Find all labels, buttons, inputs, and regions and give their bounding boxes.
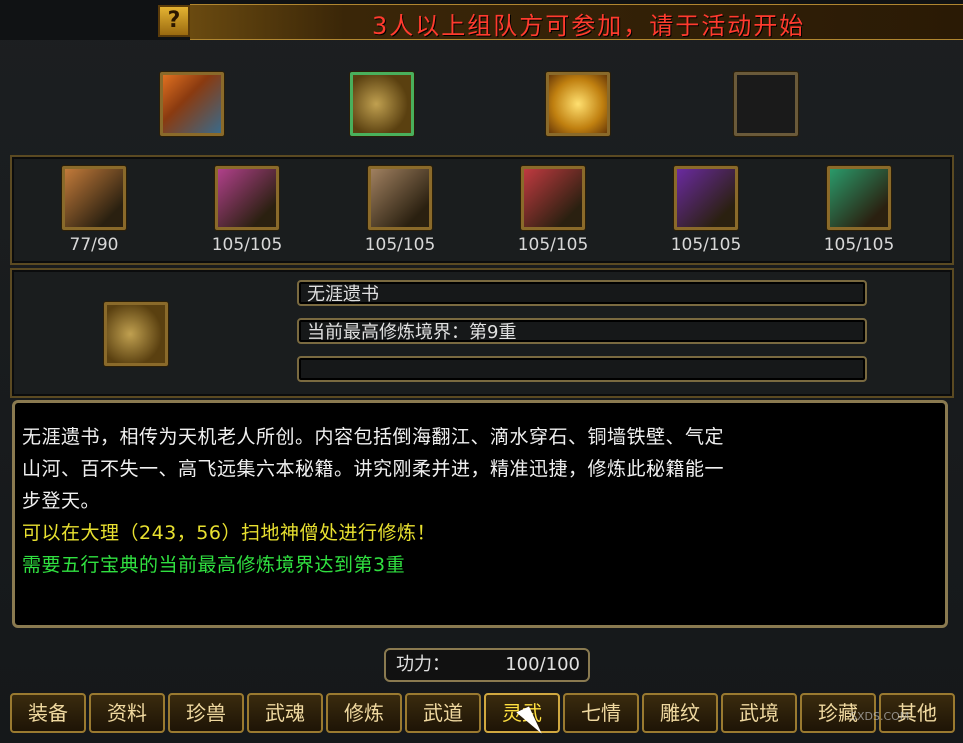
help-button[interactable]: ? [158,5,190,37]
equipment-row [10,52,952,150]
skill-book-progress: 105/105 [364,235,436,255]
scroll-bundle-icon[interactable] [350,72,414,136]
extra-field [297,356,867,382]
tab-7[interactable]: 七情 [563,693,639,733]
watermark: SXDS.COM [850,710,910,723]
tab-9[interactable]: 武境 [721,693,797,733]
tab-3[interactable]: 武魂 [247,693,323,733]
requirement-text: 需要五行宝典的当前最高修炼境界达到第3重 [22,554,406,576]
skill-book-progress: 105/105 [670,235,742,255]
skill-book-icon[interactable] [368,166,432,230]
tab-8[interactable]: 雕纹 [642,693,718,733]
golden-book-icon[interactable] [160,72,224,136]
skill-book-icon[interactable] [674,166,738,230]
skill-book-icon[interactable] [215,166,279,230]
description-line: 山河、百不失一、高飞远集六本秘籍。讲究刚柔并进，精准迅捷，修炼此秘籍能一 [22,458,725,480]
skill-book-icon[interactable] [827,166,891,230]
skill-book-progress: 105/105 [517,235,589,255]
skill-book-progress: 105/105 [211,235,283,255]
empty-slot-icon[interactable] [734,72,798,136]
book-name-field: 无涯遗书 [297,280,867,306]
tab-0[interactable]: 装备 [10,693,86,733]
tab-1[interactable]: 资料 [89,693,165,733]
description-line: 无涯遗书，相传为天机老人所创。内容包括倒海翻江、滴水穿石、铜墙铁壁、气定 [22,426,725,448]
skill-book-progress: 77/90 [69,235,119,255]
power-value: 100/100 [505,654,580,675]
gold-treasure-icon[interactable] [546,72,610,136]
skill-book-progress: 105/105 [823,235,895,255]
tab-4[interactable]: 修炼 [326,693,402,733]
skill-book-icon[interactable] [521,166,585,230]
announcement-text: 3人以上组队方可参加，请于活动开始 [372,12,806,40]
tab-5[interactable]: 武道 [405,693,481,733]
selected-book-icon [104,302,168,366]
skill-book-icon[interactable] [62,166,126,230]
power-label: 功力： [396,654,450,675]
realm-field: 当前最高修炼境界：第9重 [297,318,867,344]
power-box: 功力： 100/100 [384,648,590,682]
tab-2[interactable]: 珍兽 [168,693,244,733]
description-line: 步登天。 [22,490,101,512]
training-location-text: 可以在大理（243，56）扫地神僧处进行修炼！ [22,522,436,544]
